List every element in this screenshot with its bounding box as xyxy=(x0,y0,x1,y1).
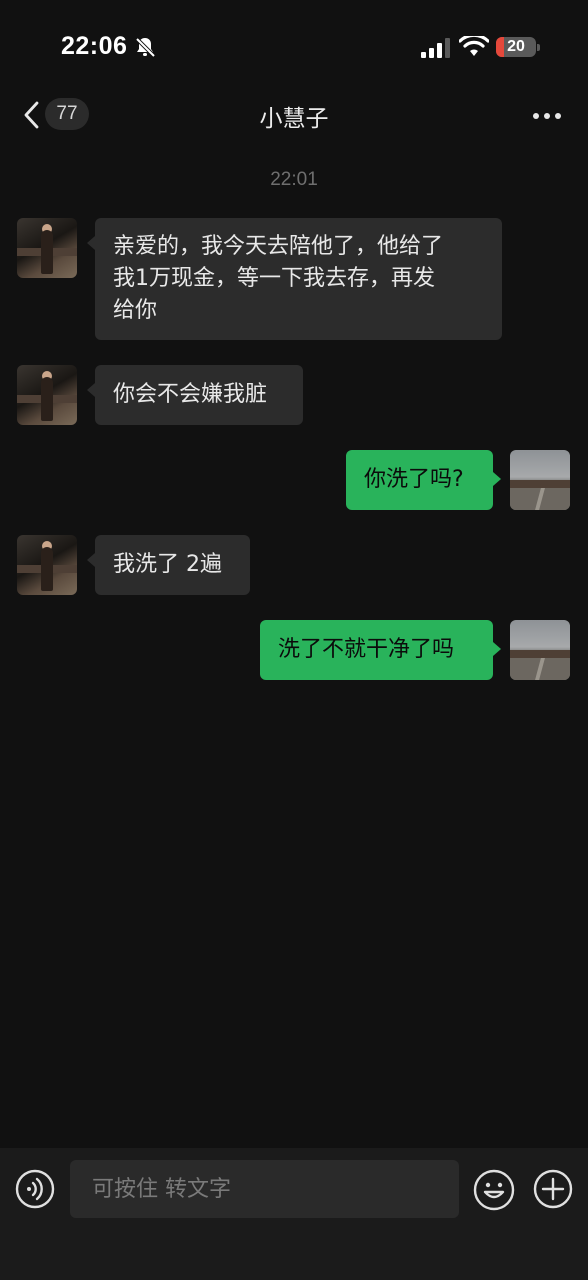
contact-avatar[interactable] xyxy=(17,365,77,425)
message-bubble-incoming[interactable]: 我洗了 2遍 xyxy=(87,535,250,595)
contact-avatar[interactable] xyxy=(17,535,77,595)
message-timestamp: 22:01 xyxy=(270,169,318,190)
message-line: 我1万现金，等一下我去存，再发 xyxy=(113,266,435,291)
status-bar: 22:06 20 xyxy=(0,0,588,95)
contact-avatar[interactable] xyxy=(17,218,77,278)
message-bubble-incoming[interactable]: 亲爱的，我今天去陪他了，他给了 我1万现金，等一下我去存，再发 给你 xyxy=(87,218,502,340)
battery-icon: 20 xyxy=(496,37,536,57)
bell-off-icon xyxy=(135,37,156,58)
my-avatar[interactable] xyxy=(510,620,570,680)
emoji-icon[interactable] xyxy=(473,1169,515,1211)
input-bar xyxy=(0,1148,588,1280)
message-line: 给你 xyxy=(113,298,158,323)
voice-icon[interactable] xyxy=(15,1169,55,1209)
message-text: 你洗了吗? xyxy=(364,467,464,492)
battery-nub xyxy=(537,44,540,51)
chat-title: 小慧子 xyxy=(259,106,329,132)
message-text: 我洗了 2遍 xyxy=(113,552,222,577)
status-time: 22:06 xyxy=(61,32,128,60)
more-icon[interactable] xyxy=(532,112,562,120)
message-bubble-outgoing[interactable]: 洗了不就干净了吗 xyxy=(260,620,501,680)
message-text: 洗了不就干净了吗 xyxy=(278,637,455,662)
chat-header: 77 小慧子 xyxy=(0,95,588,139)
plus-icon[interactable] xyxy=(533,1169,573,1209)
message-text: 你会不会嫌我脏 xyxy=(113,382,268,407)
message-bubble-outgoing[interactable]: 你洗了吗? xyxy=(346,450,501,510)
wifi-icon xyxy=(459,36,489,56)
signal-icon xyxy=(421,38,450,58)
message-bubble-incoming[interactable]: 你会不会嫌我脏 xyxy=(87,365,303,425)
my-avatar[interactable] xyxy=(510,450,570,510)
message-line: 亲爱的，我今天去陪他了，他给了 xyxy=(113,234,444,259)
battery-percent: 20 xyxy=(507,38,525,55)
message-input[interactable] xyxy=(70,1160,459,1218)
